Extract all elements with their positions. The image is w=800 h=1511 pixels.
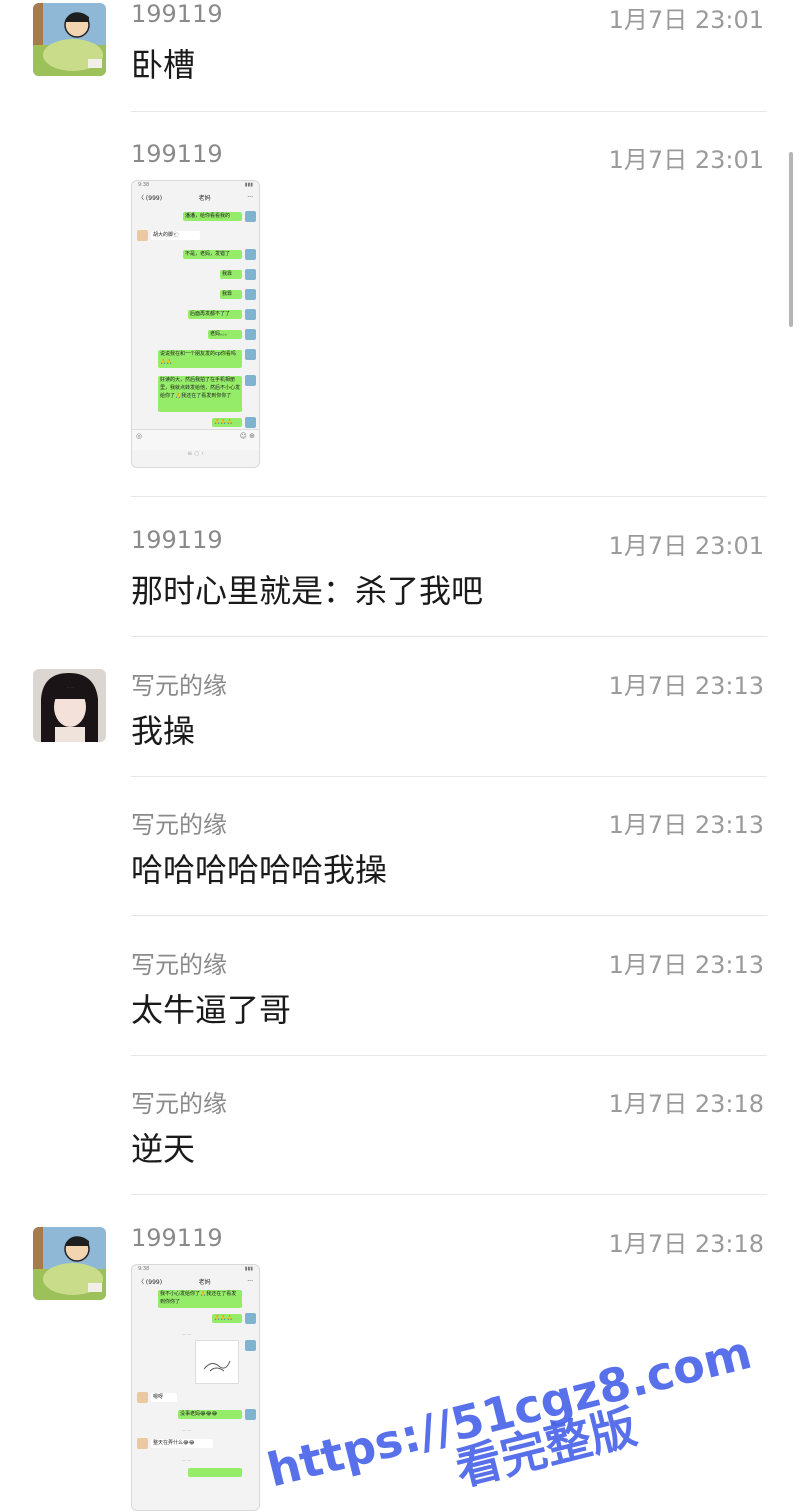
sender-name: 199119: [131, 140, 223, 168]
bubble: 胡大的脚🐑: [151, 231, 200, 240]
divider: [131, 636, 767, 637]
message-time: 1月7日 23:01: [608, 146, 764, 174]
sender-name: 写元的缘: [131, 811, 227, 839]
sender-name: 写元的缘: [131, 951, 227, 979]
message-time: 1月7日 23:01: [608, 6, 764, 34]
bubble: 我靠: [220, 290, 242, 299]
bubble: 我不小心发给你了🙏我还在了看发到你你了: [158, 1290, 242, 1308]
message-time: 1月7日 23:18: [608, 1090, 764, 1118]
scrollbar[interactable]: [789, 152, 793, 327]
screenshot-header: 〈 (999) 老妈 ···: [132, 1275, 259, 1288]
divider: [131, 111, 767, 112]
screenshot-title: 老妈: [198, 1279, 211, 1286]
status-bar: 9:38 ▮▮▮: [138, 182, 253, 188]
user-avatar[interactable]: [33, 669, 106, 742]
message-time: 1月7日 23:13: [608, 672, 764, 700]
sender-name: 写元的缘: [131, 672, 227, 700]
more-icon: ···: [247, 1278, 253, 1285]
bubble: 老妈。。。: [208, 330, 242, 339]
message-time: 1月7日 23:01: [608, 532, 764, 560]
cartoon-avatar-icon: [33, 1227, 106, 1300]
bubble: 好读的大，然后我拍了在手机相册里，我就点转发给他，然后不小心发给你了🙏我还在了看…: [158, 376, 242, 412]
back-label: 〈 (999): [138, 1279, 163, 1286]
message-text[interactable]: 逆天: [131, 1124, 195, 1170]
sender-name: 199119: [131, 1224, 223, 1252]
status-bar: 9:38 ▮▮▮: [138, 1266, 253, 1272]
message-time: 1月7日 23:13: [608, 951, 764, 979]
message-time: 1月7日 23:18: [608, 1230, 764, 1258]
message-text[interactable]: 卧槽: [131, 40, 195, 86]
user-avatar[interactable]: [33, 1227, 106, 1300]
chat-screenshot-image[interactable]: 9:38 ▮▮▮ 〈 (999) 老妈 ··· 我不小心发给你了🙏我还在了看发到你…: [131, 1264, 260, 1511]
bubble: 潘潘，给你看看我的: [183, 212, 242, 221]
input-bar: ◎ ☺ ⊕: [132, 429, 259, 450]
bubble: 🙏🙏🙏: [212, 1314, 242, 1323]
screenshot-title: 老妈: [198, 195, 211, 202]
bubble: 整天在弄什么😂😂: [151, 1439, 213, 1448]
bubble: 🙏🙏🙏: [212, 418, 242, 427]
screenshot-body: 潘潘，给你看看我的 胡大的脚🐑 不是，老妈，发错了 我靠 我靠 后面再发都不了了…: [132, 204, 259, 429]
divider: [131, 496, 767, 497]
bubble: 嗯呀: [151, 1393, 177, 1402]
chat-screenshot-image[interactable]: 9:38 ▮▮▮ 〈 (999) 老妈 ··· 潘潘，给你看看我的 胡大的脚🐑 不…: [131, 180, 260, 468]
message-text[interactable]: 我操: [131, 706, 195, 752]
sender-name: 199119: [131, 526, 223, 554]
cartoon-avatar-icon: [33, 3, 106, 76]
bubble: 我靠: [220, 270, 242, 279]
message-text[interactable]: 哈哈哈哈哈哈我操: [131, 845, 387, 891]
bubble: 没事老妈😂😂😂: [178, 1410, 242, 1419]
divider: [131, 1055, 767, 1056]
divider: [131, 915, 767, 916]
more-icon: ···: [247, 194, 253, 201]
girl-avatar-icon: [33, 669, 106, 742]
divider: [131, 1194, 767, 1195]
message-time: 1月7日 23:13: [608, 811, 764, 839]
screenshot-header: 〈 (999) 老妈 ···: [132, 191, 259, 204]
nav-bar: ≡ ○ ‹: [187, 450, 204, 457]
bubble: 说说我在和一个朋友发的cp你看吗🙏🙏: [158, 350, 242, 368]
sender-name: 199119: [131, 0, 223, 28]
bubble: 后面再发都不了了: [188, 310, 242, 319]
sketch-image: [195, 1340, 239, 1384]
message-text[interactable]: 那时心里就是：杀了我吧: [131, 566, 483, 612]
screenshot-body: 我不小心发给你了🙏我还在了看发到你你了 🙏🙏🙏 — — 嗯呀 没事老妈😂😂😂 —…: [132, 1288, 259, 1510]
sender-name: 写元的缘: [131, 1090, 227, 1118]
divider: [131, 776, 767, 777]
user-avatar[interactable]: [33, 3, 106, 76]
message-text[interactable]: 太牛逼了哥: [131, 985, 291, 1031]
bubble: 不是，老妈，发错了: [183, 250, 242, 259]
back-label: 〈 (999): [138, 195, 163, 202]
